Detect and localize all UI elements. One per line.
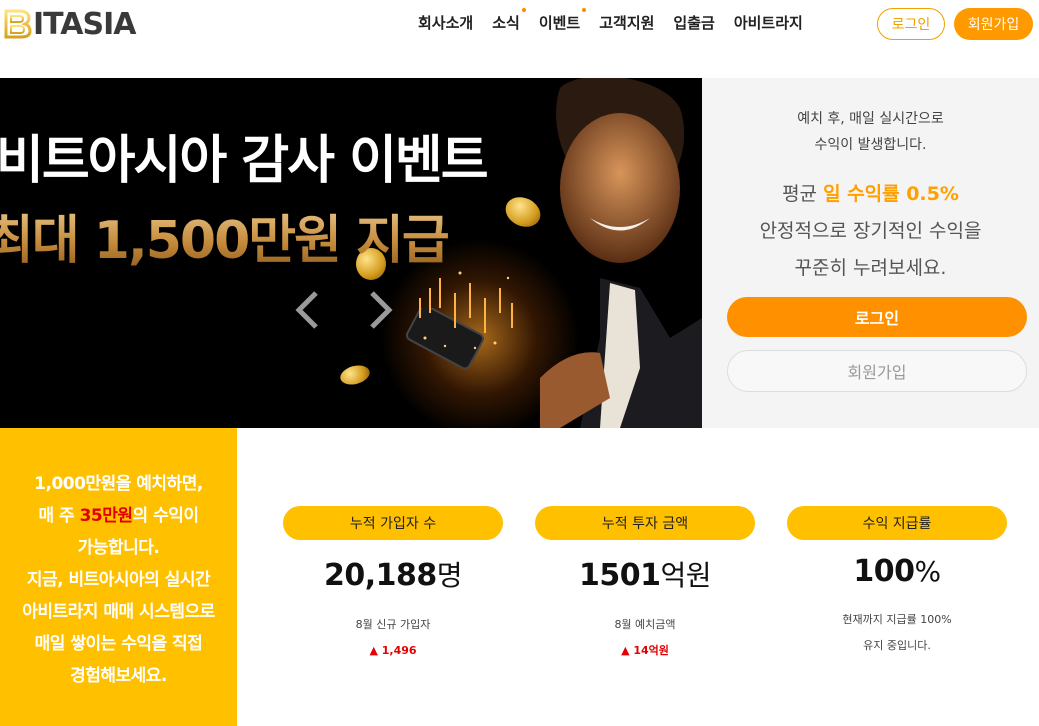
site-header: ITASIA 회사소개 소식 이벤트 고객지원 입출금 아비트라지 로그인 회원… (0, 0, 1039, 48)
stat-unit: 명 (436, 559, 463, 592)
hero-person-image (540, 78, 702, 428)
panel-description-line: 수익이 발생합니다. (814, 137, 927, 153)
promo-text: 1,000만원을 예치하면, 매 주 35만원의 수익이 가능합니다. 지금, … (0, 468, 237, 692)
chevron-left-icon (295, 291, 318, 329)
panel-headline-line: 평균 일 수익률 0.5% (702, 176, 1039, 213)
stat-label: 누적 가입자 수 (283, 506, 503, 540)
promo-line: 아비트라지 매매 시스템으로 (22, 602, 215, 622)
header-join-button[interactable]: 회원가입 (954, 8, 1033, 40)
nav-item-support[interactable]: 고객지원 (599, 12, 654, 33)
panel-description-line: 예치 후, 매일 실시간으로 (797, 111, 944, 127)
promo-highlight: 35만원 (79, 506, 133, 526)
stat-number: 20,188 (323, 558, 437, 593)
nav-label: 이벤트 (538, 14, 581, 32)
nav-label: 회사소개 (418, 14, 474, 32)
nav-item-company[interactable]: 회사소개 (418, 12, 473, 33)
stat-number: 100 (853, 554, 915, 589)
promo-line: 지금, 비트아시아의 실시간 (26, 570, 211, 590)
stat-investment: 누적 투자 금액 1501억원 8월 예치금액 ▲ 14억원 (535, 506, 755, 664)
nav-item-deposit[interactable]: 입출금 (673, 12, 714, 33)
panel-login-button[interactable]: 로그인 (727, 297, 1027, 337)
promo-line-prefix: 매 주 (38, 506, 80, 526)
nav-label: 고객지원 (599, 14, 655, 32)
panel-headline-line: 안정적으로 장기적인 수익을 (759, 220, 982, 242)
nav-label: 소식 (492, 14, 520, 32)
stat-sub: 유지 중입니다. (863, 639, 931, 652)
hero-title: 비트아시아 감사 이벤트 (0, 131, 489, 191)
stat-members: 누적 가입자 수 20,188명 8월 신규 가입자 ▲ 1,496 (283, 506, 503, 664)
main-nav: 회사소개 소식 이벤트 고객지원 입출금 아비트라지 (418, 8, 822, 33)
stat-sub: 현재까지 지급률 100% (842, 613, 952, 626)
login-panel: 예치 후, 매일 실시간으로 수익이 발생합니다. 평균 일 수익률 0.5% … (702, 78, 1039, 428)
nav-item-arbitrage[interactable]: 아비트라지 (734, 12, 803, 33)
stat-sub: 8월 신규 가입자 (355, 618, 431, 631)
new-dot-icon (521, 8, 526, 12)
stat-unit: % (914, 555, 942, 588)
nav-label: 입출금 (673, 14, 715, 32)
promo-box: 1,000만원을 예치하면, 매 주 35만원의 수익이 가능합니다. 지금, … (0, 428, 237, 726)
stat-value: 1501억원 (535, 554, 755, 594)
stat-payout-rate: 수익 지급률 100% 현재까지 지급률 100% 유지 중입니다. (787, 506, 1007, 659)
hero-banner[interactable]: 비트아시아 감사 이벤트 최대 1,500만원 지급 (0, 78, 702, 428)
logo[interactable]: ITASIA (4, 6, 137, 42)
promo-line: 1,000만원을 예치하면, (34, 474, 203, 494)
coin-icon (338, 362, 372, 388)
panel-headline-accent: 일 수익률 0.5% (823, 183, 959, 205)
logo-text: ITASIA (33, 6, 137, 42)
stat-sub: 8월 예치금액 (614, 618, 676, 631)
header-login-button[interactable]: 로그인 (877, 8, 945, 40)
hero-subtitle: 최대 1,500만원 지급 (0, 198, 450, 273)
nav-item-event[interactable]: 이벤트 (538, 8, 587, 33)
promo-line: 가능합니다. (77, 538, 160, 558)
panel-headline: 평균 일 수익률 0.5% 안정적으로 장기적인 수익을 꾸준히 누려보세요. (702, 176, 1039, 287)
hero-next-button[interactable] (366, 290, 396, 330)
stat-delta: ▲ 14억원 (621, 644, 669, 657)
stat-number: 1501 (578, 558, 661, 593)
nav-item-news[interactable]: 소식 (492, 8, 526, 33)
candlestick-sparkle (419, 271, 513, 350)
new-dot-icon (582, 8, 587, 12)
panel-headline-line: 꾸준히 누려보세요. (794, 257, 947, 279)
promo-line: 매 주 35만원의 수익이 (0, 500, 237, 532)
promo-line-suffix: 의 수익이 (132, 506, 199, 526)
panel-join-button[interactable]: 회원가입 (727, 350, 1027, 392)
stat-label: 누적 투자 금액 (535, 506, 755, 540)
stat-value: 20,188명 (283, 554, 503, 594)
panel-headline-prefix: 평균 (782, 183, 824, 205)
panel-description: 예치 후, 매일 실시간으로 수익이 발생합니다. (702, 106, 1039, 158)
hero-prev-button[interactable] (292, 290, 322, 330)
stats-section: 누적 가입자 수 20,188명 8월 신규 가입자 ▲ 1,496 누적 투자… (237, 428, 1039, 726)
nav-label: 아비트라지 (733, 14, 803, 32)
logo-b-icon (4, 9, 32, 39)
stat-unit: 억원 (660, 559, 712, 592)
stat-value: 100% (787, 554, 1007, 589)
promo-line: 매일 쌓이는 수익을 직접 (34, 634, 203, 654)
stat-label: 수익 지급률 (787, 506, 1007, 540)
coin-icon (500, 191, 546, 233)
chevron-right-icon (370, 291, 393, 329)
promo-line: 경험해보세요. (70, 666, 167, 686)
stat-delta: ▲ 1,496 (369, 644, 417, 657)
